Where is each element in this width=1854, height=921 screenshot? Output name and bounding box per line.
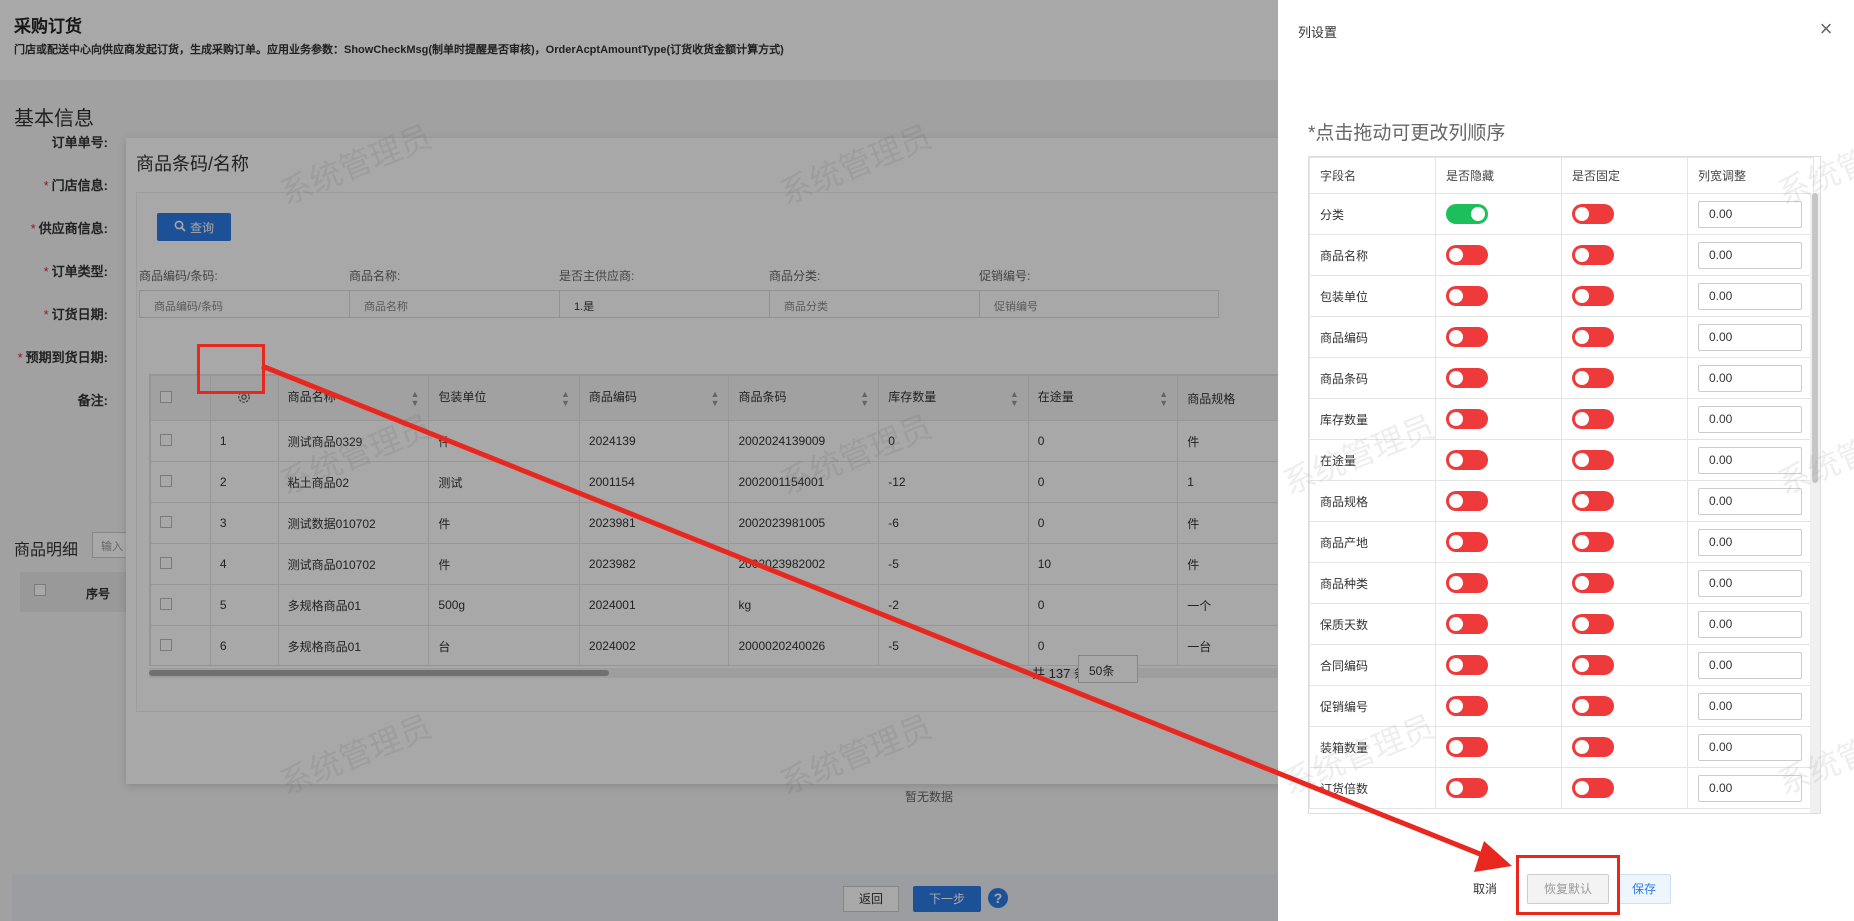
annotation-arrow [261,363,1512,872]
